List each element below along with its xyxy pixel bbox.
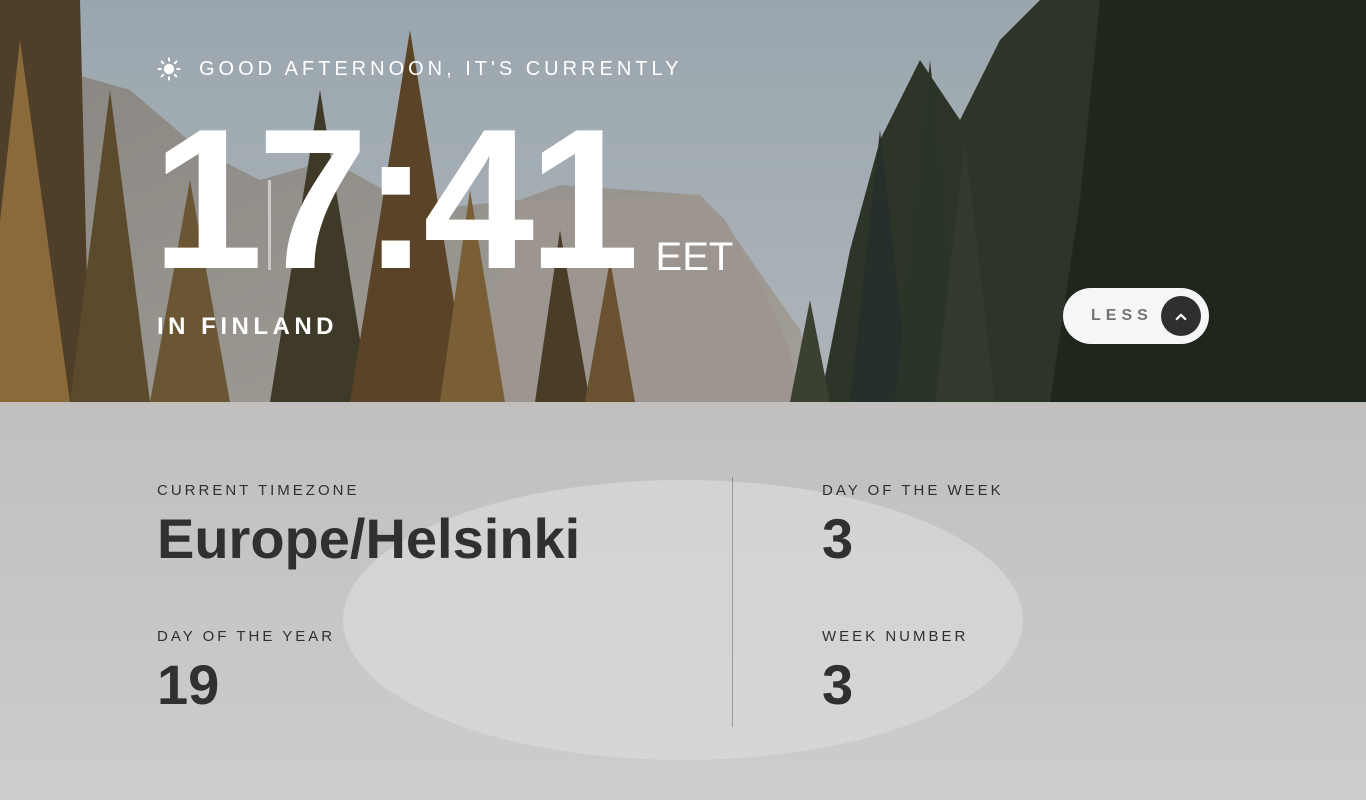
stat-label: Day of the year xyxy=(157,628,336,645)
stat-value: 3 xyxy=(822,507,854,570)
stat-label: Current timezone xyxy=(157,482,360,499)
current-time: 17:41 xyxy=(152,88,640,311)
stat-label: Day of the week xyxy=(822,482,1004,499)
stat-value: Europe/Helsinki xyxy=(157,507,581,570)
greeting: Good afternoon, it's currently xyxy=(157,57,682,81)
details-panel: Current timezone Europe/Helsinki Day of … xyxy=(0,402,1366,800)
stat-value: 19 xyxy=(157,653,220,716)
less-toggle-label: Less xyxy=(1091,307,1153,324)
less-toggle-button[interactable]: Less xyxy=(1063,288,1209,344)
panel-divider xyxy=(732,477,733,727)
stat-day-of-week: Day of the week 3 xyxy=(822,482,1004,569)
stat-value: 3 xyxy=(822,653,854,716)
chevron-up-icon xyxy=(1161,296,1201,336)
stat-label: Week number xyxy=(822,628,969,645)
stat-day-of-year: Day of the year 19 xyxy=(157,628,335,715)
clock-app: Good afternoon, it's currently 17:41 EET… xyxy=(0,0,1366,800)
stat-week-number: Week number 3 xyxy=(822,628,968,715)
hero-section: Good afternoon, it's currently 17:41 EET… xyxy=(0,0,1366,402)
sun-icon xyxy=(157,57,181,81)
timezone-abbreviation: EET xyxy=(655,235,734,279)
clock-display: 17:41 EET xyxy=(152,100,733,300)
location-text: In Finland xyxy=(157,313,338,340)
greeting-text: Good afternoon, it's currently xyxy=(199,57,683,80)
stat-current-timezone: Current timezone Europe/Helsinki xyxy=(157,482,580,569)
